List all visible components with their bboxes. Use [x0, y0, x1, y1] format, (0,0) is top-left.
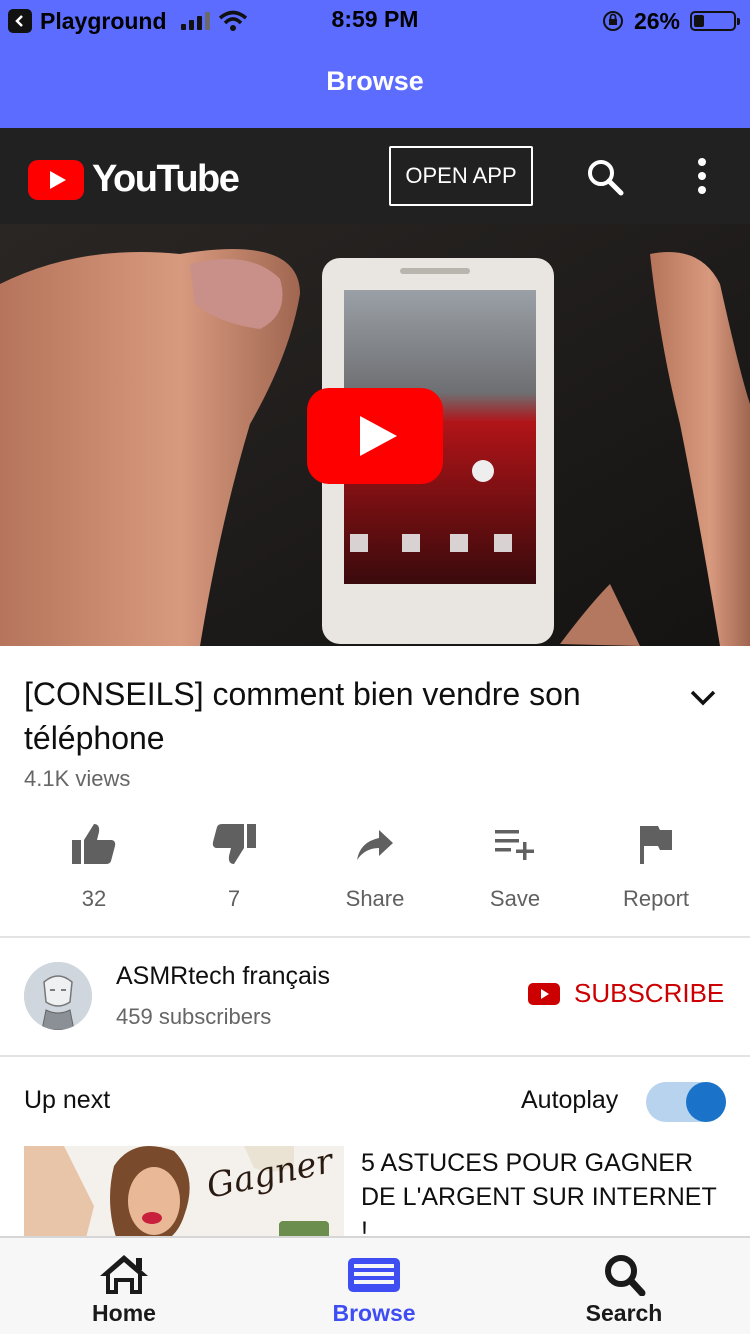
- subscribe-button[interactable]: SUBSCRIBE: [528, 978, 724, 1009]
- tab-search-label: Search: [585, 1300, 663, 1326]
- video-actions: 32 7 Share Save Report: [0, 820, 750, 920]
- channel-name[interactable]: ASMRtech français: [116, 962, 330, 991]
- divider: [0, 936, 750, 938]
- save-button[interactable]: Save: [445, 820, 585, 912]
- avatar-illustration: [24, 962, 92, 1030]
- view-count: 4.1K views: [24, 766, 131, 791]
- up-next-heading: Up next: [24, 1086, 111, 1114]
- next-video-thumbnail[interactable]: Gagner: [24, 1146, 344, 1246]
- share-icon: [357, 830, 393, 860]
- like-count: 32: [81, 886, 107, 911]
- thumbs-up-icon: [72, 824, 116, 864]
- search-icon: [605, 1255, 646, 1296]
- subscribe-label: SUBSCRIBE: [574, 978, 725, 1008]
- ios-navigation-header: Playground 8:59 PM 26% Browse: [0, 0, 750, 128]
- play-button-icon[interactable]: [307, 388, 443, 484]
- chevron-down-icon[interactable]: [688, 682, 718, 712]
- more-vertical-icon[interactable]: [686, 156, 718, 196]
- autoplay-label: Autoplay: [521, 1086, 619, 1114]
- youtube-header: YouTube OPEN APP: [0, 128, 750, 224]
- autoplay-toggle[interactable]: [646, 1082, 726, 1122]
- subscriber-count: 459 subscribers: [116, 1004, 272, 1029]
- dislike-count: 7: [227, 886, 241, 911]
- report-label: Report: [622, 886, 690, 911]
- battery-icon: [690, 11, 740, 31]
- page-title: Browse: [326, 66, 424, 96]
- home-icon: [100, 1255, 148, 1294]
- battery-percentage: 26%: [633, 7, 680, 34]
- tab-browse[interactable]: Browse: [294, 1252, 454, 1327]
- channel-avatar[interactable]: [24, 962, 92, 1030]
- toggle-knob: [686, 1082, 726, 1122]
- rotation-lock-icon: [602, 11, 623, 31]
- share-button[interactable]: Share: [305, 820, 445, 912]
- next-video-title[interactable]: 5 ASTUCES POUR GAGNER DE L'ARGENT SUR IN…: [361, 1146, 721, 1248]
- youtube-logo-text: YouTube: [92, 158, 240, 200]
- open-app-button[interactable]: OPEN APP: [389, 146, 533, 206]
- report-button[interactable]: Report: [586, 820, 726, 912]
- tab-search[interactable]: Search: [544, 1252, 704, 1327]
- youtube-subscribe-icon: [528, 982, 560, 1005]
- save-label: Save: [489, 886, 541, 911]
- search-icon[interactable]: [584, 156, 628, 200]
- video-player[interactable]: [0, 224, 750, 646]
- share-label: Share: [345, 886, 405, 911]
- tab-bar: Home Browse Search: [0, 1236, 750, 1334]
- youtube-play-logo-icon: [28, 159, 84, 200]
- divider: [0, 1055, 750, 1057]
- browse-icon: [348, 1258, 400, 1292]
- playlist-add-icon: [495, 830, 534, 860]
- tab-home-label: Home: [92, 1300, 156, 1326]
- like-button[interactable]: 32: [24, 820, 164, 912]
- flag-icon: [640, 826, 672, 864]
- video-title: [CONSEILS] comment bien vendre son télép…: [24, 676, 581, 756]
- status-bar-right: 26%: [602, 6, 740, 36]
- youtube-logo[interactable]: YouTube: [28, 158, 240, 201]
- thumbs-down-icon: [212, 824, 256, 864]
- tab-home[interactable]: Home: [44, 1252, 204, 1327]
- dislike-button[interactable]: 7: [164, 820, 304, 912]
- tab-browse-label: Browse: [332, 1300, 416, 1326]
